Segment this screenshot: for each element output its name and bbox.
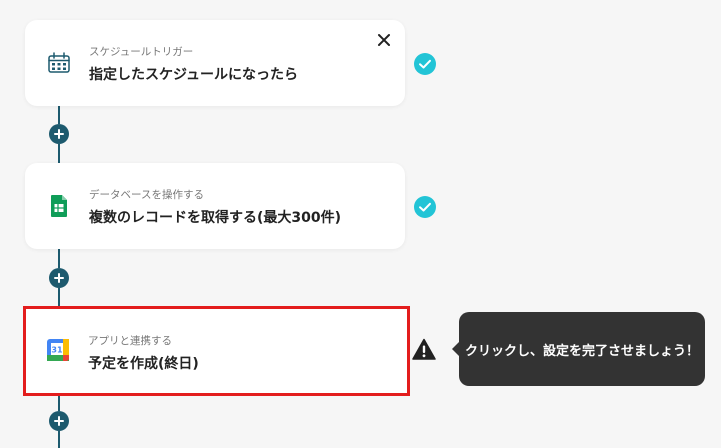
- flow-connector: [58, 144, 60, 163]
- step-card-database[interactable]: データベースを操作する 複数のレコードを取得する(最大300件): [25, 163, 405, 249]
- step-category: アプリと連携する: [88, 335, 172, 347]
- flow-connector: [58, 431, 60, 448]
- add-step-button[interactable]: [49, 411, 69, 431]
- calendar-day-number: 31: [51, 346, 63, 355]
- add-step-button[interactable]: [49, 268, 69, 288]
- check-circle-icon: [414, 196, 436, 218]
- step-title: 予定を作成(終日): [88, 356, 199, 372]
- check-circle-icon: [414, 53, 436, 75]
- close-icon[interactable]: [375, 31, 393, 49]
- tooltip-text: クリックし、設定を完了させましょう！: [464, 344, 699, 359]
- calendar-schedule-icon: [48, 52, 70, 73]
- warning-icon: [412, 338, 436, 360]
- google-sheets-icon: [51, 195, 67, 217]
- add-step-button[interactable]: [49, 124, 69, 144]
- step-card-schedule-trigger[interactable]: スケジュールトリガー 指定したスケジュールになったら: [25, 20, 405, 106]
- step-title: 指定したスケジュールになったら: [89, 67, 299, 83]
- google-calendar-icon: 31: [47, 339, 69, 361]
- step-category: データベースを操作する: [89, 189, 204, 201]
- step-card-create-event[interactable]: 31 アプリと連携する 予定を作成(終日): [23, 306, 410, 396]
- flow-connector: [58, 106, 60, 124]
- flow-connector: [58, 288, 60, 306]
- setup-hint-tooltip: クリックし、設定を完了させましょう！: [452, 312, 705, 386]
- step-category: スケジュールトリガー: [89, 46, 194, 58]
- flow-connector: [58, 249, 60, 268]
- step-title: 複数のレコードを取得する(最大300件): [89, 210, 342, 226]
